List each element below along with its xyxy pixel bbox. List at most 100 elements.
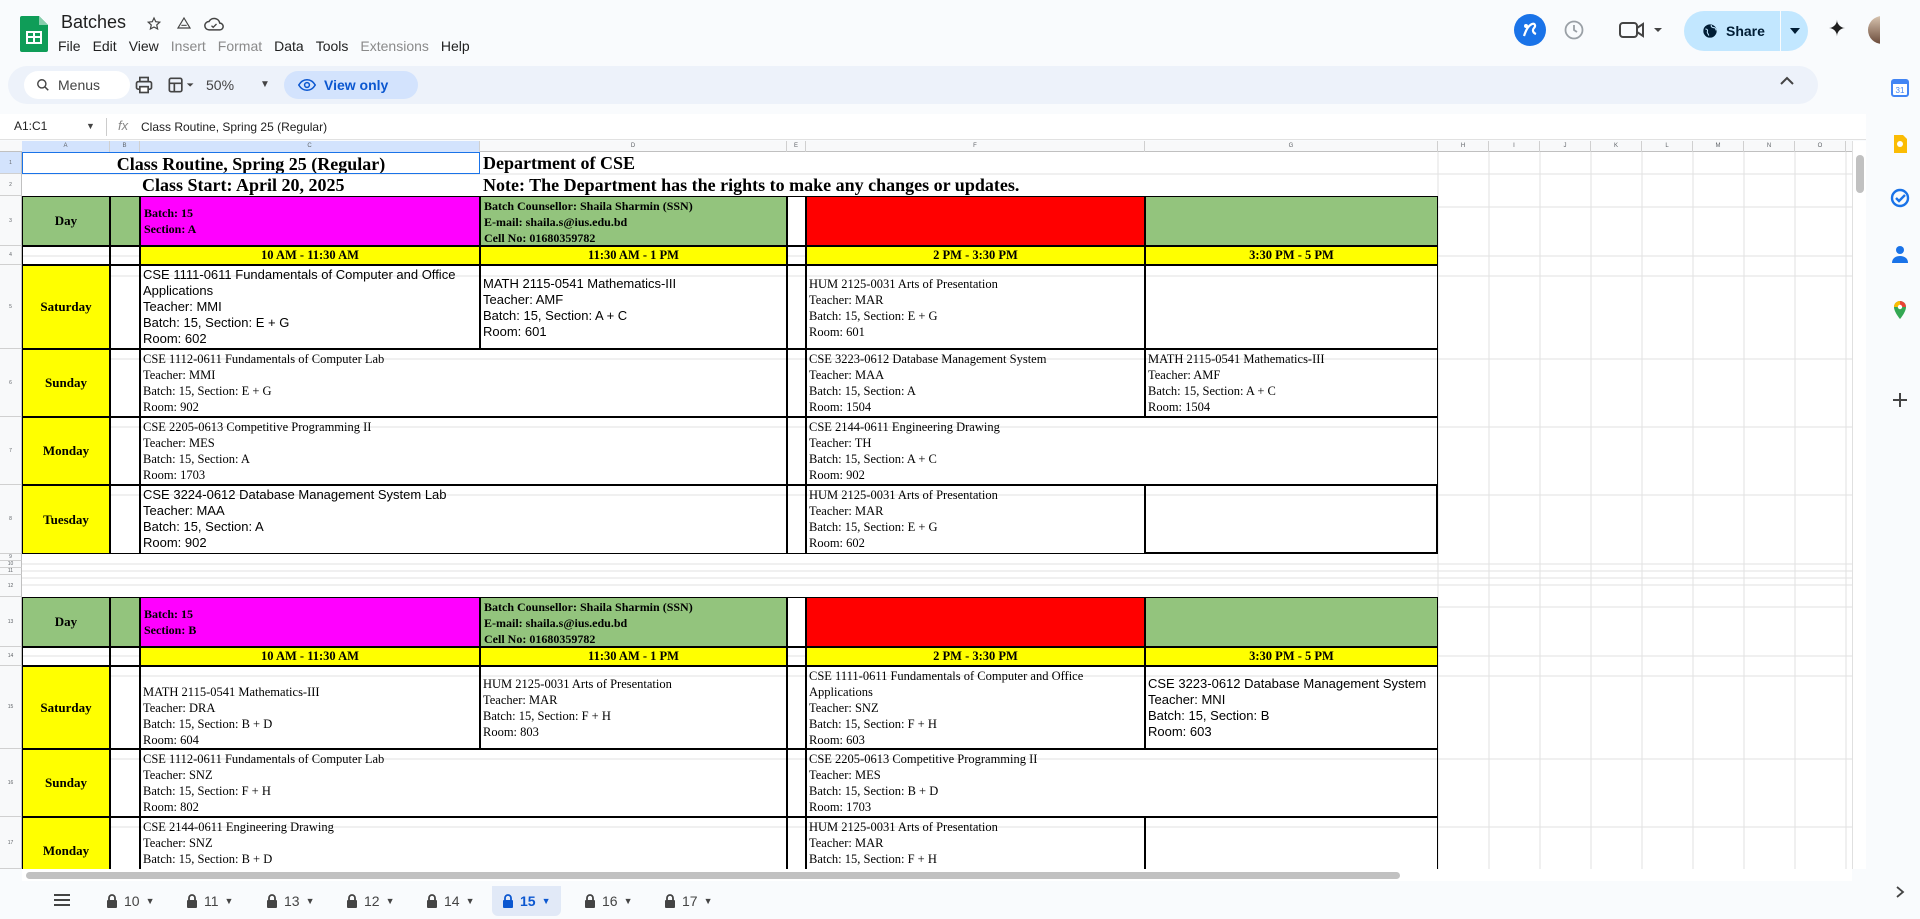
view-only-button[interactable]: View only xyxy=(284,71,418,99)
row-header[interactable]: 17 xyxy=(0,817,22,869)
time-slot-cell[interactable]: 11:30 AM - 1 PM xyxy=(480,246,787,265)
column-header[interactable]: G xyxy=(1145,141,1438,152)
star-icon[interactable] xyxy=(144,14,164,34)
column-header[interactable]: C xyxy=(140,141,480,152)
menu-help[interactable]: Help xyxy=(435,36,476,56)
course-cell[interactable]: CSE 2144-0611 Engineering Drawing Teache… xyxy=(806,417,1438,485)
blank-green-cell[interactable] xyxy=(110,597,140,647)
version-history-icon[interactable] xyxy=(1562,18,1586,42)
print-icon[interactable] xyxy=(134,75,154,95)
menu-tools[interactable]: Tools xyxy=(310,36,355,56)
sheets-logo-icon[interactable] xyxy=(20,16,48,52)
department-cell[interactable]: Department of CSE xyxy=(483,152,883,174)
sheet-tab-16[interactable]: 16 ▼ xyxy=(574,886,643,916)
course-cell[interactable]: HUM 2125-0031 Arts of Presentation Teach… xyxy=(806,265,1145,349)
column-header[interactable]: D xyxy=(480,141,787,152)
all-sheets-menu-icon[interactable] xyxy=(52,892,72,908)
blank-cell[interactable] xyxy=(110,666,140,749)
course-cell[interactable]: CSE 2205-0613 Competitive Programming II… xyxy=(140,417,787,485)
sheet-tab-12[interactable]: 12 ▼ xyxy=(336,886,405,916)
column-header[interactable]: A xyxy=(22,141,110,152)
row-header[interactable]: 8 xyxy=(0,485,22,554)
menu-edit[interactable]: Edit xyxy=(87,36,123,56)
account-badge-icon[interactable] xyxy=(1514,14,1546,46)
share-button[interactable]: Share xyxy=(1684,11,1808,51)
course-cell[interactable]: MATH 2115-0541 Mathematics-III Teacher: … xyxy=(140,666,480,749)
menu-format[interactable]: Format xyxy=(212,36,268,56)
spacer-cell[interactable] xyxy=(787,817,806,869)
column-header[interactable]: J xyxy=(1540,141,1591,152)
time-slot-cell[interactable]: 10 AM - 11:30 AM xyxy=(140,246,480,265)
row-header[interactable]: 4 xyxy=(0,246,22,265)
class-start-cell[interactable]: Class Start: April 20, 2025 xyxy=(142,174,478,196)
gemini-spark-icon[interactable]: ✦ xyxy=(1824,16,1850,42)
spacer-cell[interactable] xyxy=(787,246,806,265)
row-header[interactable]: 3 xyxy=(0,196,22,246)
spacer-cell[interactable] xyxy=(787,749,806,817)
spacer-cell[interactable] xyxy=(787,647,806,666)
course-cell[interactable]: HUM 2125-0031 Arts of Presentation Teach… xyxy=(806,485,1145,554)
paint-format-icon[interactable] xyxy=(164,75,198,95)
menu-extensions[interactable]: Extensions xyxy=(354,36,434,56)
column-header[interactable]: F xyxy=(806,141,1145,152)
course-cell[interactable]: MATH 2115-0541 Mathematics-III Teacher: … xyxy=(1145,349,1438,417)
sheet-tab-11[interactable]: 11 ▼ xyxy=(176,886,243,916)
row-header[interactable]: 12 xyxy=(0,575,22,597)
menus-search[interactable]: Menus xyxy=(24,71,130,99)
spacer-cell[interactable] xyxy=(787,666,806,749)
batch-section-cell[interactable]: Batch: 15 Section: A xyxy=(140,196,480,246)
department-note-cell[interactable]: Note: The Department has the rights to m… xyxy=(483,174,1183,196)
sheet-tab-15[interactable]: 15 ▼ xyxy=(492,886,561,916)
empty-course-cell[interactable] xyxy=(1145,265,1438,349)
row-header[interactable]: 2 xyxy=(0,174,22,196)
batch-section-cell[interactable]: Batch: 15 Section: B xyxy=(140,597,480,647)
cloud-status-icon[interactable] xyxy=(204,14,224,34)
row-header[interactable]: 11 xyxy=(0,568,22,575)
sheet-tab-13[interactable]: 13 ▼ xyxy=(256,886,325,916)
share-dropdown[interactable] xyxy=(1780,11,1808,51)
spacer-cell[interactable] xyxy=(787,485,806,554)
counsellor-cell[interactable]: Batch Counsellor: Shaila Sharmin (SSN) E… xyxy=(480,597,787,647)
course-cell[interactable]: CSE 2144-0611 Engineering Drawing Teache… xyxy=(140,817,787,869)
red-header-cell[interactable] xyxy=(806,597,1145,647)
menu-data[interactable]: Data xyxy=(268,36,310,56)
blank-cell[interactable] xyxy=(110,647,140,666)
menu-view[interactable]: View xyxy=(123,36,165,56)
time-slot-cell[interactable]: 11:30 AM - 1 PM xyxy=(480,647,787,666)
day-cell-sunday[interactable]: Sunday xyxy=(22,349,110,417)
column-header[interactable]: E xyxy=(787,141,806,152)
blank-green-cell[interactable] xyxy=(110,196,140,246)
row-header[interactable]: 13 xyxy=(0,597,22,647)
tasks-icon[interactable] xyxy=(1890,188,1910,208)
blank-cell[interactable] xyxy=(110,349,140,417)
spacer-cell[interactable] xyxy=(787,417,806,485)
menu-insert[interactable]: Insert xyxy=(165,36,212,56)
share-main[interactable]: Share xyxy=(1684,11,1778,51)
horizontal-scrollbar[interactable] xyxy=(22,869,1852,881)
column-header[interactable]: H xyxy=(1438,141,1489,152)
day-cell-sunday[interactable]: Sunday xyxy=(22,749,110,817)
spacer-cell[interactable] xyxy=(787,597,806,647)
course-cell[interactable]: CSE 3223-0612 Database Management System… xyxy=(1145,666,1438,749)
course-cell[interactable]: CSE 1111-0611 Fundamentals of Computer a… xyxy=(140,265,480,349)
course-cell[interactable]: CSE 1112-0611 Fundamentals of Computer L… xyxy=(140,749,787,817)
sheet-tab-10[interactable]: 10 ▼ xyxy=(96,886,165,916)
menu-file[interactable]: File xyxy=(52,36,87,56)
row-header[interactable]: 15 xyxy=(0,666,22,749)
vertical-scroll-thumb[interactable] xyxy=(1856,155,1864,193)
name-box[interactable]: A1:C1 xyxy=(14,119,47,133)
empty-course-cell[interactable] xyxy=(1145,485,1438,554)
blank-cell[interactable] xyxy=(22,647,110,666)
day-cell-tuesday[interactable]: Tuesday xyxy=(22,485,110,554)
zoom-chevron-icon[interactable]: ▼ xyxy=(260,79,270,90)
course-cell[interactable]: CSE 3224-0612 Database Management System… xyxy=(140,485,787,554)
red-header-cell[interactable] xyxy=(806,196,1145,246)
row-header[interactable]: 14 xyxy=(0,647,22,666)
spreadsheet-grid[interactable]: A B C D E F G H I J K L M N O 1 2 3 4 5 … xyxy=(0,141,1866,869)
day-header-cell[interactable]: Day xyxy=(22,196,110,246)
course-cell[interactable]: HUM 2125-0031 Arts of Presentation Teach… xyxy=(806,817,1145,869)
blank-cell[interactable] xyxy=(110,485,140,554)
course-cell[interactable]: CSE 1111-0611 Fundamentals of Computer a… xyxy=(806,666,1145,749)
blank-cell[interactable] xyxy=(22,246,110,265)
add-addon-icon[interactable] xyxy=(1890,390,1910,410)
